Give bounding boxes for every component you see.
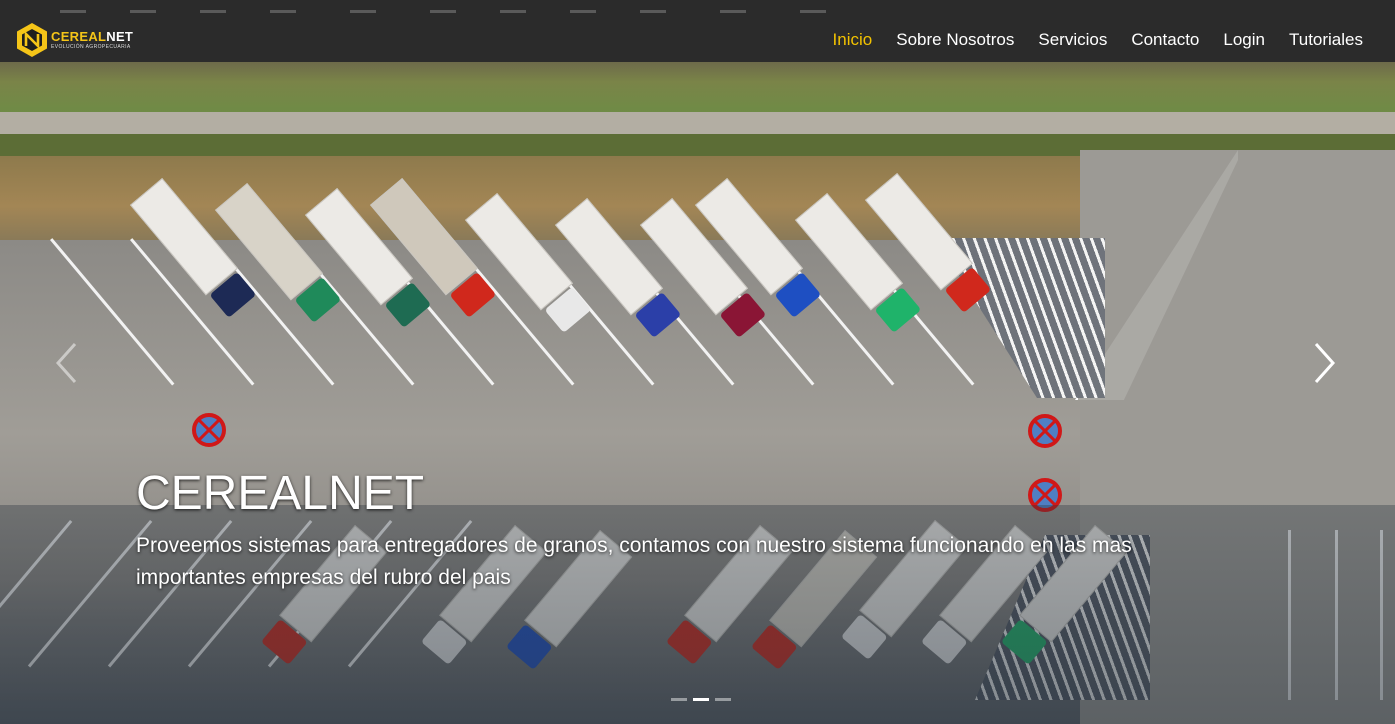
slide-title: CEREALNET [136,467,425,520]
nav-item-login[interactable]: Login [1223,29,1265,51]
logo-hexagon-icon [16,22,48,58]
chevron-right-icon [1314,342,1336,384]
carousel-indicator-active[interactable] [693,698,709,701]
carousel-caption: CEREALNET Proveemos sistemas para entreg… [136,466,1196,594]
no-parking-sign-icon [192,413,226,447]
carousel-prev-button[interactable] [46,340,86,386]
navbar: CEREALNET EVOLUCIÓN AGROPECUARIA Inicio … [0,0,1395,80]
carousel-next-button[interactable] [1305,340,1345,386]
carousel-indicator[interactable] [715,698,731,701]
no-parking-sign-icon [1028,414,1062,448]
page: CEREALNET EVOLUCIÓN AGROPECUARIA Inicio … [0,0,1395,724]
nav-item-servicios[interactable]: Servicios [1038,29,1107,51]
nav-item-inicio[interactable]: Inicio [833,29,873,51]
carousel-indicators [668,698,734,701]
carousel-indicator[interactable] [671,698,687,701]
hero-background-image [0,0,1395,724]
main-nav: Inicio Sobre Nosotros Servicios Contacto… [809,29,1363,51]
nav-item-contacto[interactable]: Contacto [1131,29,1199,51]
nav-item-tutoriales[interactable]: Tutoriales [1289,29,1363,51]
brand-tagline: EVOLUCIÓN AGROPECUARIA [51,44,131,50]
nav-item-sobre-nosotros[interactable]: Sobre Nosotros [896,29,1014,51]
chevron-left-icon [55,342,77,384]
brand-name: CEREALNET [51,29,134,44]
slide-text: Proveemos sistemas para entregadores de … [136,534,1132,589]
brand-logo[interactable]: CEREALNET EVOLUCIÓN AGROPECUARIA [16,22,133,58]
